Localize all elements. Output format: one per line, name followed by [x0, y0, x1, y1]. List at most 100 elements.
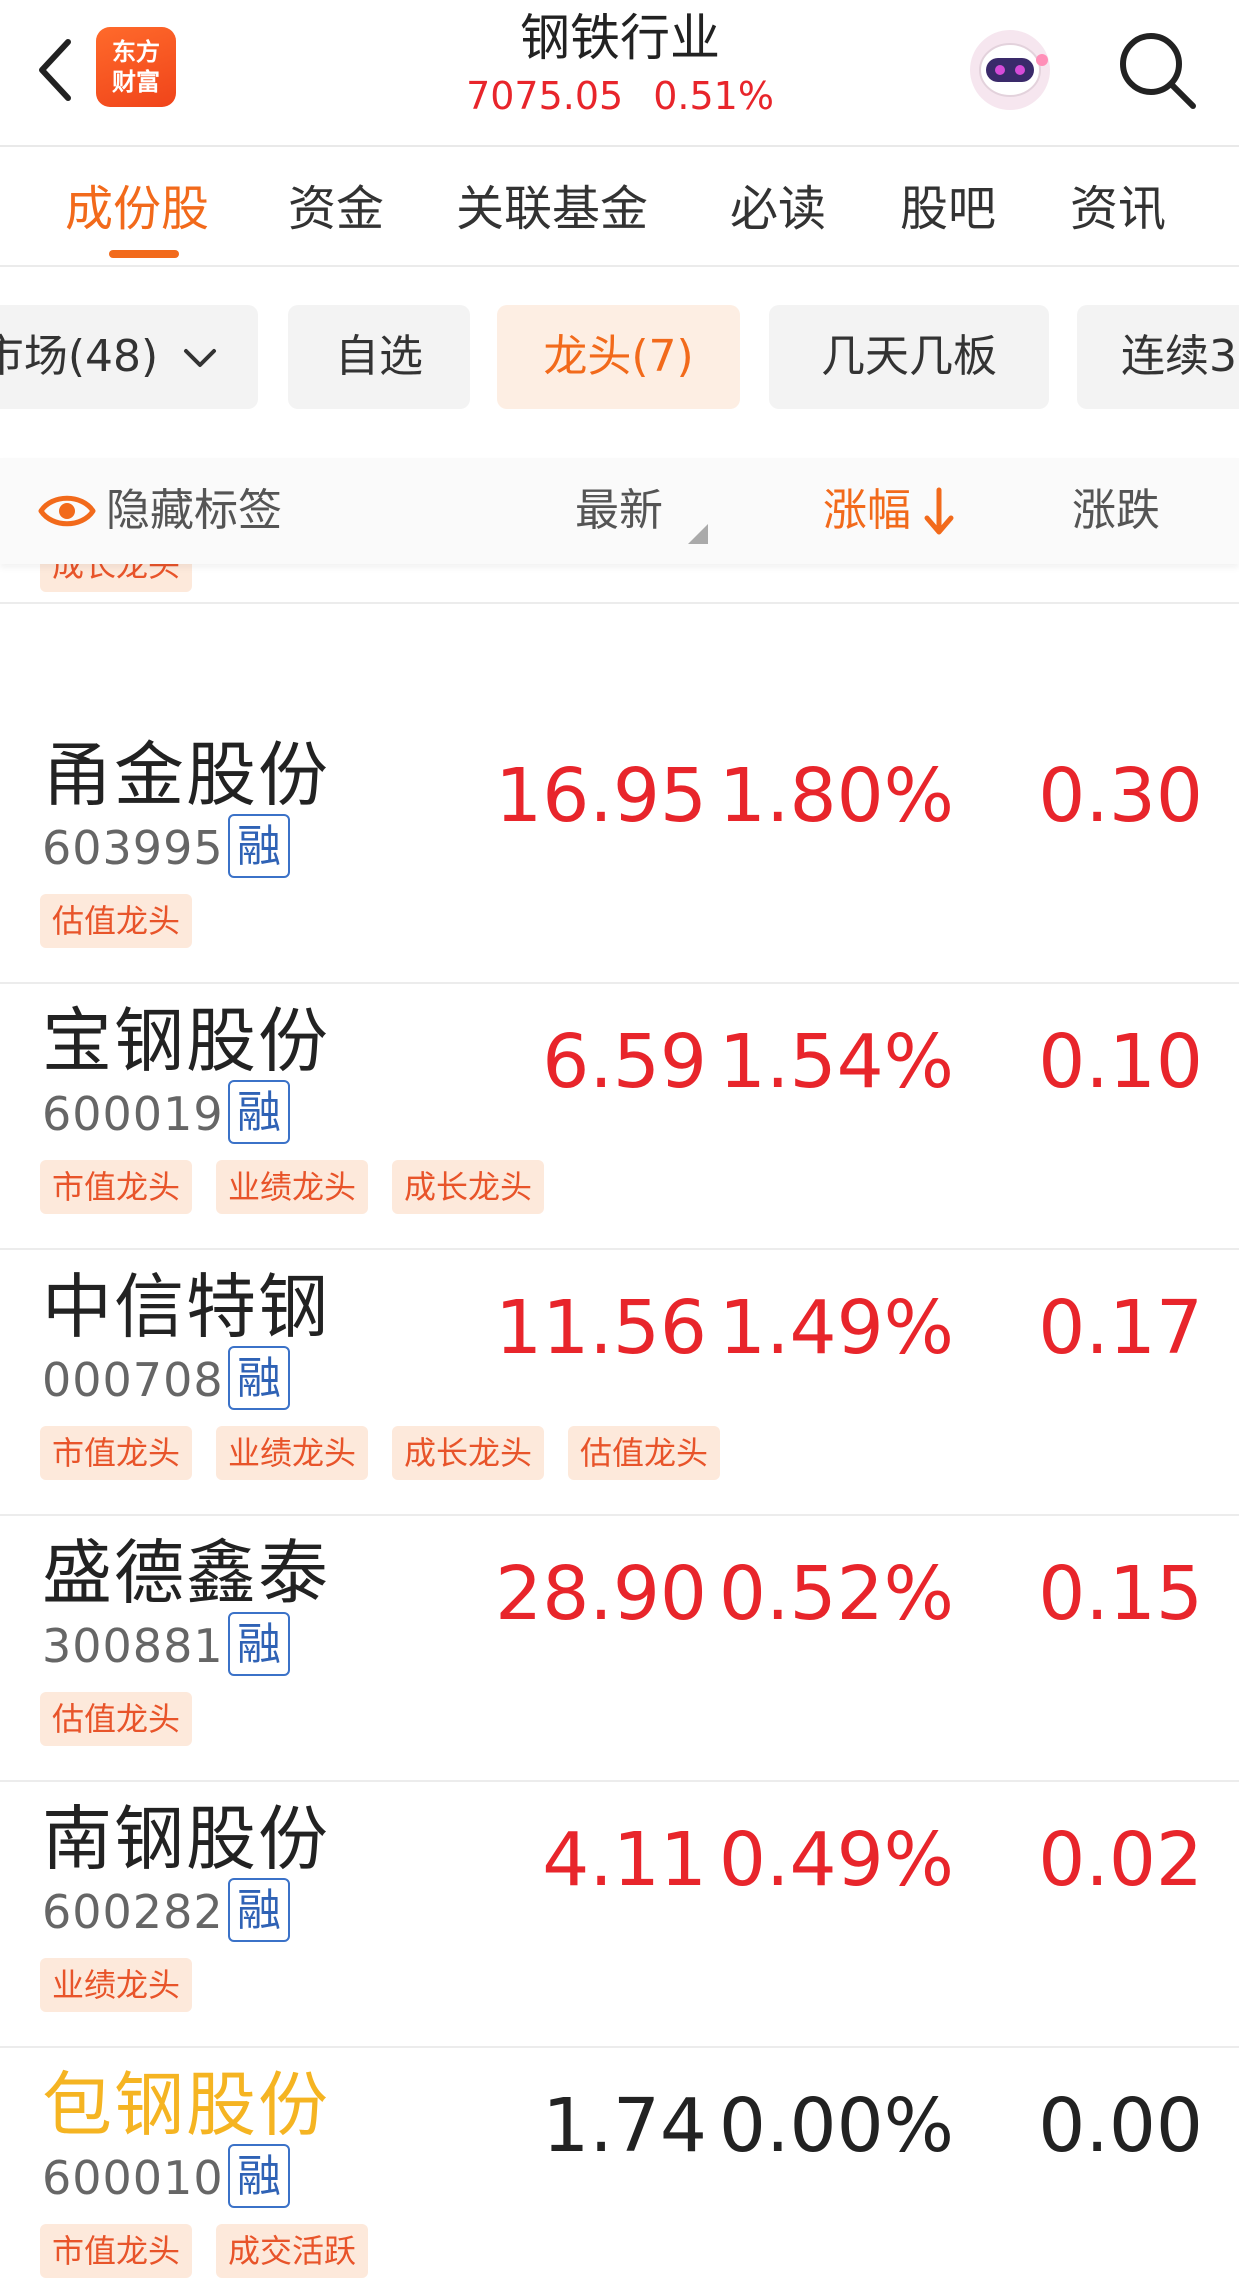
- tag: 市值龙头: [40, 2224, 193, 2278]
- search-icon[interactable]: [1115, 28, 1201, 114]
- change-amount: 0.00: [1038, 2083, 1203, 2169]
- tab-constituents[interactable]: 成份股: [65, 147, 209, 265]
- column-change[interactable]: 涨跌: [1072, 458, 1160, 564]
- stock-name: 中信特钢: [42, 1266, 330, 1348]
- list-item[interactable]: 盛德鑫泰 300881 融 28.90 0.52% 0.15 估值龙头: [0, 1516, 1239, 1782]
- tag: 成长龙头: [392, 1426, 545, 1480]
- title-block: 钢铁行业 7075.05 0.51%: [370, 0, 870, 116]
- top-bar: 东方 财富 钢铁行业 7075.05 0.51%: [0, 0, 1239, 147]
- index-value: 7075.05: [466, 74, 624, 118]
- margin-badge: 融: [228, 1878, 290, 1942]
- eye-icon[interactable]: [38, 490, 96, 532]
- tag: 成长龙头: [392, 1160, 545, 1214]
- tag: 估值龙头: [40, 894, 193, 948]
- stock-name: 盛德鑫泰: [42, 1532, 330, 1614]
- tag: 成长龙头: [40, 564, 193, 592]
- change-amount: 0.10: [1038, 1019, 1203, 1105]
- latest-price: 11.56: [495, 1285, 707, 1371]
- stock-code: 000708: [42, 1353, 224, 1407]
- stock-list: 000932 融 成长龙头 甬金股份 603995 融 16.95 1.80% …: [0, 564, 1239, 2291]
- change-percent: 1.49%: [718, 1285, 954, 1371]
- stock-name: 甬金股份: [42, 734, 330, 816]
- margin-badge: 融: [228, 1080, 290, 1144]
- latest-price: 6.59: [542, 1019, 707, 1105]
- change-percent: 0.00%: [718, 2083, 954, 2169]
- stock-name: 南钢股份: [42, 1798, 330, 1880]
- margin-badge: 融: [228, 1346, 290, 1410]
- tab-forum[interactable]: 股吧: [900, 147, 996, 265]
- logo-line-1: 东方: [112, 38, 160, 66]
- stock-name: 宝钢股份: [42, 1000, 330, 1082]
- stock-code: 600010: [42, 2151, 224, 2205]
- latest-price: 1.74: [542, 2083, 707, 2169]
- list-item[interactable]: 甬金股份 603995 融 16.95 1.80% 0.30 估值龙头: [0, 718, 1239, 984]
- active-tab-indicator: [109, 250, 179, 258]
- change-percent: 0.52%: [718, 1551, 954, 1637]
- change-amount: 0.15: [1038, 1551, 1203, 1637]
- back-arrow-icon[interactable]: [30, 30, 80, 110]
- sort-triangle-icon: [688, 524, 708, 544]
- index-quote: 7075.05 0.51%: [370, 76, 870, 116]
- tag: 业绩龙头: [216, 1426, 369, 1480]
- tag-row: 市值龙头 业绩龙头 成长龙头: [40, 1160, 568, 1214]
- hide-tags-toggle[interactable]: 隐藏标签: [106, 458, 282, 564]
- change-percent: 1.54%: [718, 1019, 954, 1105]
- robot-assistant-icon[interactable]: [962, 20, 1058, 116]
- tab-must-read[interactable]: 必读: [730, 147, 826, 265]
- change-percent: 1.80%: [718, 753, 954, 839]
- tag: 业绩龙头: [40, 1958, 193, 2012]
- stock-code: 600019: [42, 1087, 224, 1141]
- change-amount: 0.30: [1038, 753, 1203, 839]
- tab-funds-flow[interactable]: 资金: [288, 147, 384, 265]
- chip-consecutive[interactable]: 连续3: [1077, 305, 1239, 409]
- latest-price: 28.90: [495, 1551, 707, 1637]
- chip-limit-ups[interactable]: 几天几板: [769, 305, 1049, 409]
- chip-market[interactable]: 市场(48): [0, 305, 258, 409]
- tag-row: 市值龙头 成交活跃: [40, 2224, 392, 2278]
- tag: 市值龙头: [40, 1426, 193, 1480]
- stock-code: 600282: [42, 1885, 224, 1939]
- chip-market-label: 市场(48): [0, 331, 159, 382]
- eastmoney-logo[interactable]: 东方 财富: [96, 27, 176, 107]
- tag: 估值龙头: [40, 1692, 193, 1746]
- tag: 市值龙头: [40, 1160, 193, 1214]
- tag-row: 成长龙头: [40, 564, 216, 592]
- tag-row: 估值龙头: [40, 1692, 216, 1746]
- latest-price: 16.95: [495, 753, 707, 839]
- change-amount: 0.02: [1038, 1817, 1203, 1903]
- logo-line-2: 财富: [112, 68, 160, 96]
- list-item[interactable]: 000932 融 成长龙头: [0, 564, 1239, 604]
- list-item[interactable]: 宝钢股份 600019 融 6.59 1.54% 0.10 市值龙头 业绩龙头 成长…: [0, 984, 1239, 1250]
- tag-row: 市值龙头 业绩龙头 成长龙头 估值龙头: [40, 1426, 744, 1480]
- stock-code: 603995: [42, 821, 224, 875]
- list-item[interactable]: 中信特钢 000708 融 11.56 1.49% 0.17 市值龙头 业绩龙头成…: [0, 1250, 1239, 1516]
- change-amount: 0.17: [1038, 1285, 1203, 1371]
- column-change-pct[interactable]: 涨幅: [823, 458, 911, 564]
- chip-watchlist[interactable]: 自选: [288, 305, 470, 409]
- list-item[interactable]: 包钢股份 600010 融 1.74 0.00% 0.00 市值龙头 成交活跃: [0, 2048, 1239, 2291]
- tag-row: 业绩龙头: [40, 1958, 216, 2012]
- tab-related-funds[interactable]: 关联基金: [456, 147, 648, 265]
- tag: 成交活跃: [216, 2224, 369, 2278]
- section-tabs: 成份股 资金 关联基金 必读 股吧 资讯: [0, 147, 1239, 267]
- margin-badge: 融: [228, 1612, 290, 1676]
- list-item[interactable]: 南钢股份 600282 融 4.11 0.49% 0.02 业绩龙头: [0, 1782, 1239, 2048]
- margin-badge: 融: [228, 2144, 290, 2208]
- stock-code: 300881: [42, 1619, 224, 1673]
- index-change: 0.51%: [653, 74, 774, 118]
- column-header: 隐藏标签 最新 涨幅 涨跌: [0, 458, 1239, 564]
- page-title: 钢铁行业: [520, 9, 720, 67]
- chip-leaders[interactable]: 龙头(7): [497, 305, 740, 409]
- tab-news[interactable]: 资讯: [1070, 147, 1166, 265]
- sort-down-arrow-icon: [924, 487, 954, 535]
- margin-badge: 融: [228, 814, 290, 878]
- latest-price: 4.11: [542, 1817, 707, 1903]
- filter-chips: 市场(48) 自选 龙头(7) 几天几板 连续3: [0, 305, 1239, 415]
- chevron-down-icon: [184, 349, 217, 367]
- tag: 业绩龙头: [216, 1160, 369, 1214]
- tag: 估值龙头: [568, 1426, 721, 1480]
- tag-row: 估值龙头: [40, 894, 216, 948]
- column-latest[interactable]: 最新: [575, 458, 663, 564]
- stock-name: 包钢股份: [42, 2064, 330, 2146]
- change-percent: 0.49%: [718, 1817, 954, 1903]
